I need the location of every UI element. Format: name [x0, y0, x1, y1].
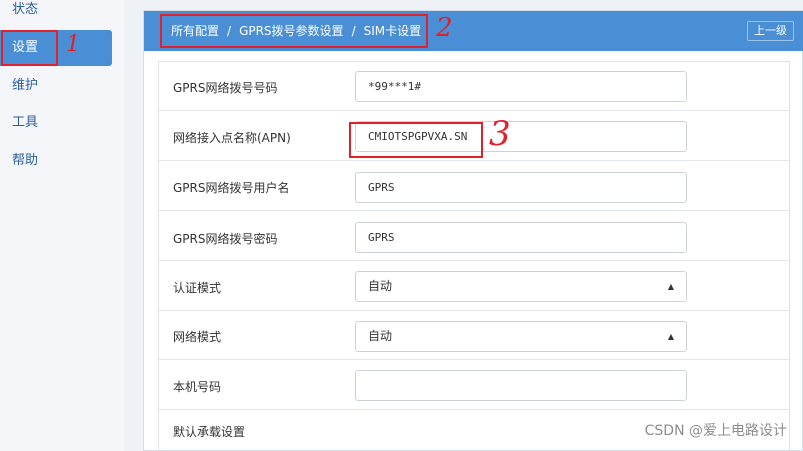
- annotation-number-3: 3: [489, 114, 511, 154]
- dial-number-label: GPRS网络拨号号码: [173, 81, 278, 95]
- auth-mode-value: 自动: [368, 279, 393, 293]
- default-bearer-label: 默认承载设置: [173, 425, 246, 439]
- apn-label: 网络接入点名称(APN): [173, 131, 291, 145]
- local-number-label: 本机号码: [173, 380, 222, 394]
- password-input[interactable]: GPRS: [355, 222, 687, 253]
- caret-up-icon: ▲: [667, 282, 674, 291]
- form-row-network-mode: 网络模式 自动 ▲: [159, 311, 789, 360]
- network-mode-label: 网络模式: [173, 330, 222, 344]
- annotation-number-1: 1: [66, 32, 80, 57]
- form-row-dial-number: GPRS网络拨号号码 *99***1#: [159, 62, 789, 111]
- annotation-box-2: [160, 14, 428, 48]
- sidebar-item-status[interactable]: 状态: [0, 0, 112, 28]
- auth-mode-label: 认证模式: [173, 281, 222, 295]
- form-row-password: GPRS网络拨号密码 GPRS: [159, 211, 789, 261]
- password-label: GPRS网络拨号密码: [173, 232, 278, 246]
- username-label: GPRS网络拨号用户名: [173, 181, 290, 195]
- back-button[interactable]: 上一级: [747, 21, 794, 41]
- network-mode-select[interactable]: 自动 ▲: [355, 321, 687, 352]
- username-input[interactable]: GPRS: [355, 172, 687, 203]
- sidebar-item-help[interactable]: 帮助: [0, 143, 112, 179]
- sim-settings-form: GPRS网络拨号号码 *99***1# 网络接入点名称(APN) CMIOTSP…: [158, 61, 790, 451]
- network-mode-value: 自动: [368, 329, 393, 343]
- header-bar: 所有配置 / GPRS拨号参数设置 / SIM卡设置 上一级 2: [144, 11, 803, 51]
- watermark: CSDN @爱上电路设计: [644, 423, 787, 439]
- content-panel: 所有配置 / GPRS拨号参数设置 / SIM卡设置 上一级 2 GPRS网络拨号号码 …: [143, 10, 803, 451]
- sidebar-item-tools[interactable]: 工具: [0, 105, 112, 141]
- annotation-number-2: 2: [436, 13, 453, 43]
- sidebar: 状态 设置 维护 工具 帮助: [0, 0, 124, 451]
- annotation-box-1: [1, 30, 58, 66]
- auth-mode-select[interactable]: 自动 ▲: [355, 271, 687, 302]
- caret-up-icon: ▲: [667, 332, 674, 341]
- annotation-box-3: [349, 122, 483, 158]
- form-row-auth-mode: 认证模式 自动 ▲: [159, 261, 789, 311]
- sidebar-item-maintenance[interactable]: 维护: [0, 68, 112, 104]
- form-row-local-number: 本机号码: [159, 360, 789, 410]
- dial-number-input[interactable]: *99***1#: [355, 71, 687, 102]
- form-row-username: GPRS网络拨号用户名 GPRS: [159, 161, 789, 211]
- local-number-input[interactable]: [355, 370, 687, 401]
